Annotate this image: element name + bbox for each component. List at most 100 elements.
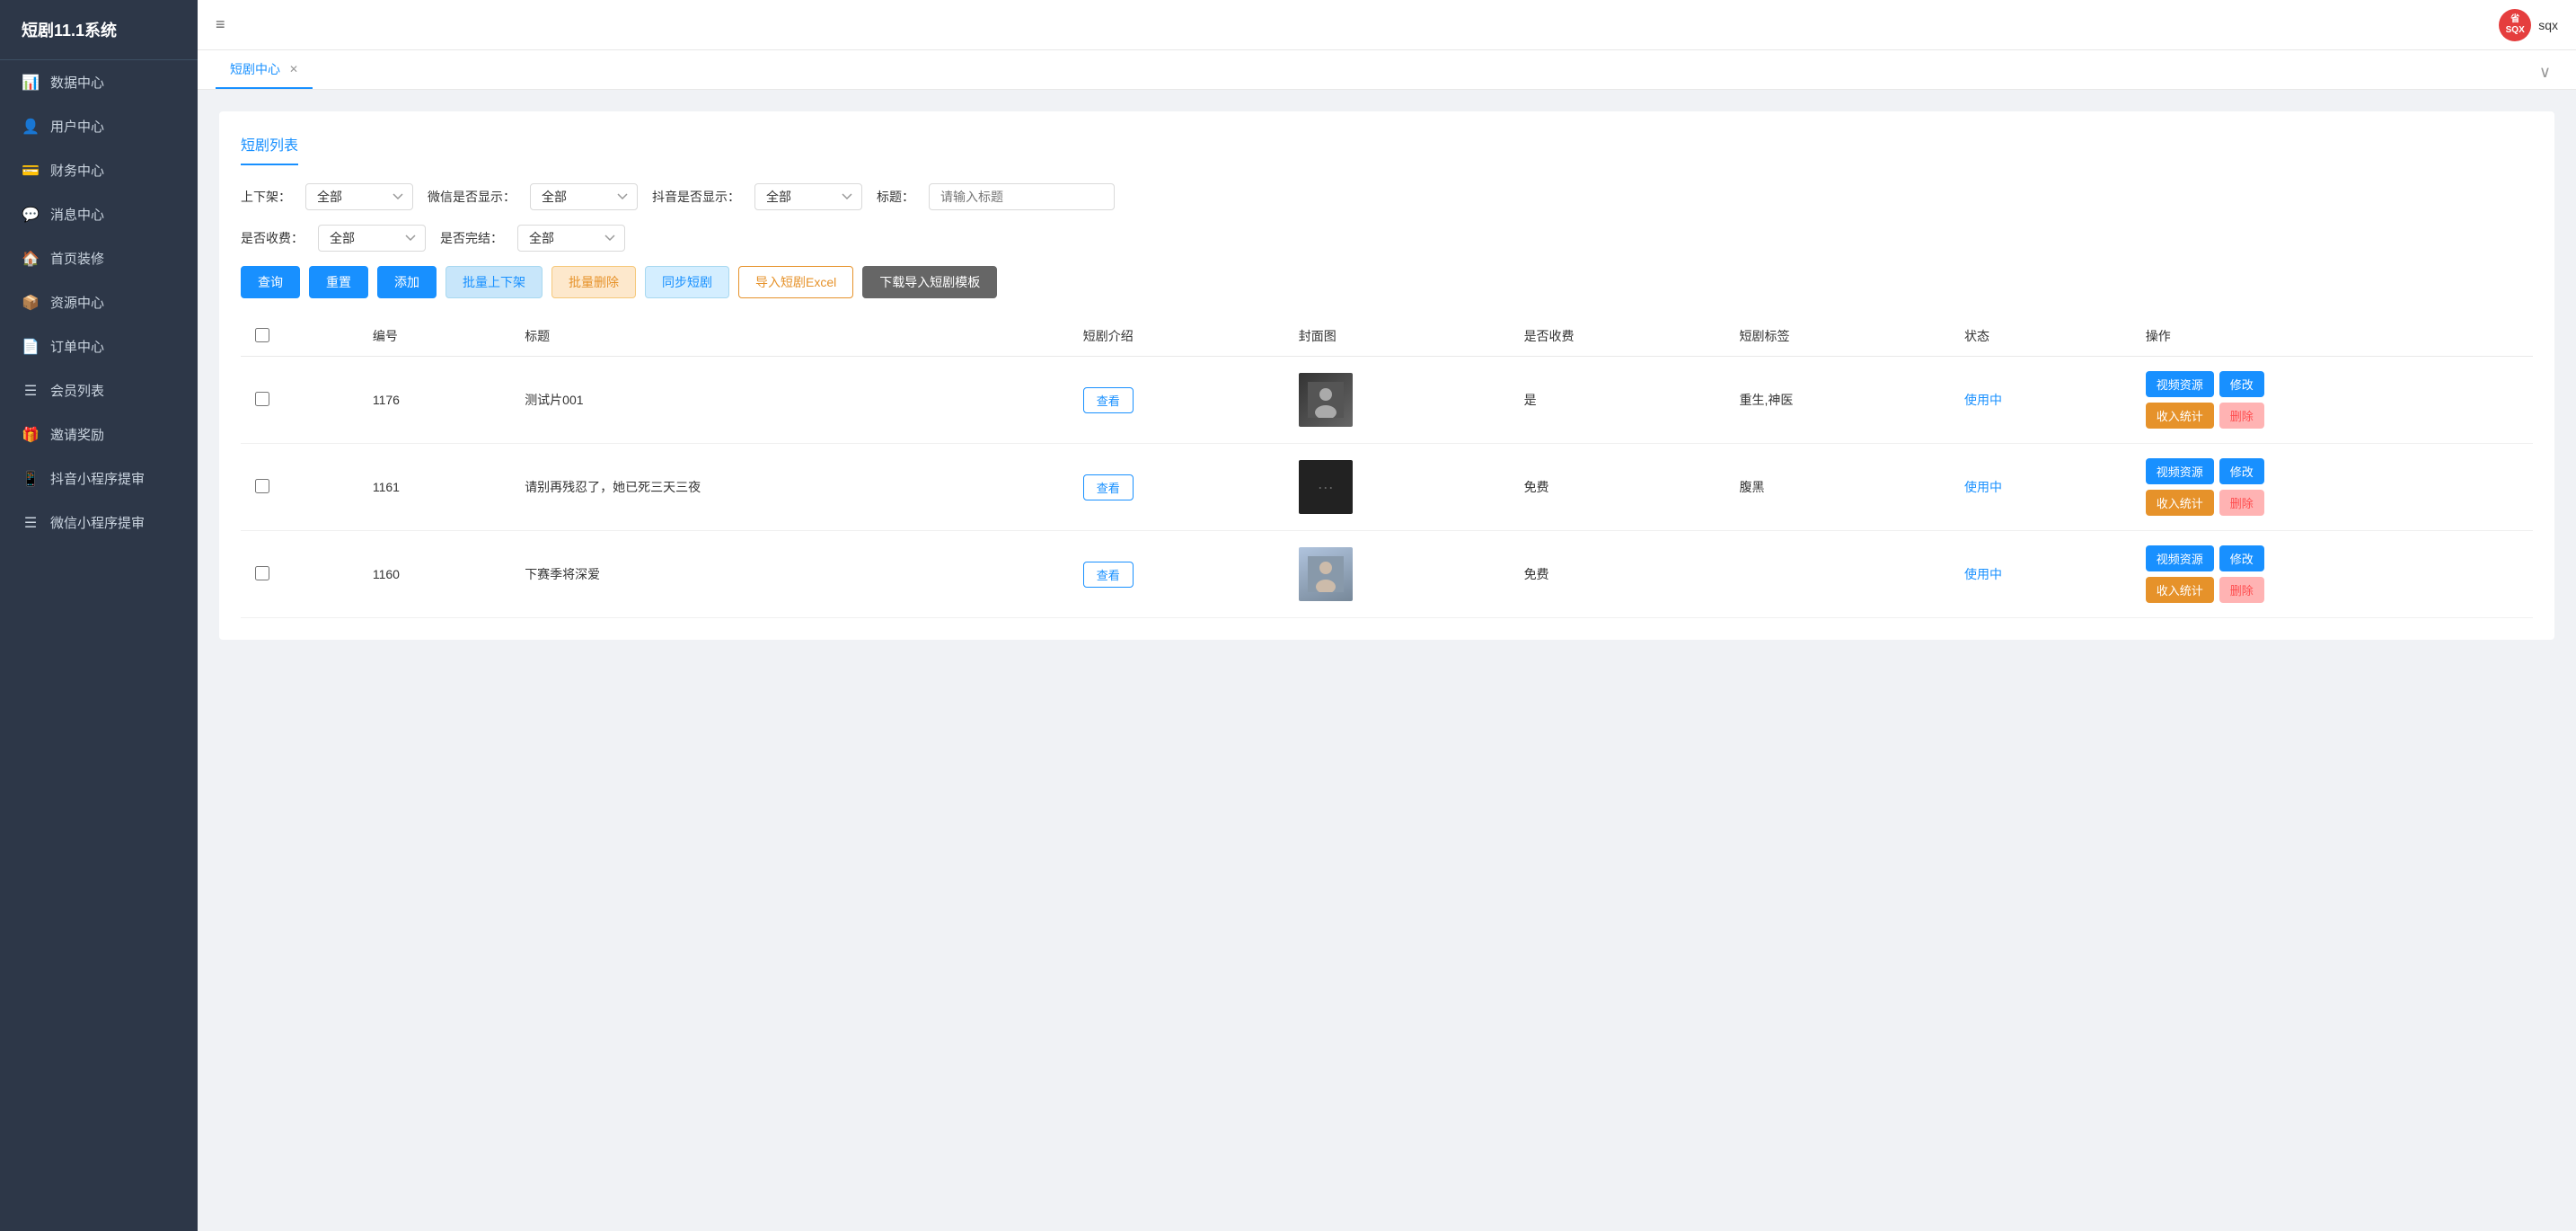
sidebar-item-invite-reward[interactable]: 🎁 邀请奖励: [0, 412, 198, 456]
edit-button[interactable]: 修改: [2219, 458, 2264, 484]
import-excel-button[interactable]: 导入短剧Excel: [738, 266, 853, 298]
table-row: 1160 下赛季将深爱 查看: [241, 531, 2533, 618]
status-badge: 使用中: [1964, 393, 2002, 407]
col-title: 标题: [510, 316, 1069, 357]
sidebar-item-resource-center[interactable]: 📦资源中心: [0, 280, 198, 324]
tab-close-icon[interactable]: ✕: [289, 63, 298, 75]
cell-intro: 查看: [1069, 444, 1284, 531]
delete-button[interactable]: 删除: [2219, 577, 2264, 603]
tab-expand-icon[interactable]: ∨: [2532, 56, 2558, 89]
view-intro-button[interactable]: 查看: [1083, 387, 1134, 413]
row-checkbox[interactable]: [255, 479, 269, 493]
status-badge: 使用中: [1964, 567, 2002, 581]
sidebar-item-home-decor[interactable]: 🏠首页装修: [0, 236, 198, 280]
cell-number: 1161: [358, 444, 510, 531]
cover-person-icon: [1308, 382, 1344, 418]
cell-tags: 重生,神医: [1725, 357, 1950, 444]
income-stats-button[interactable]: 收入统计: [2146, 490, 2214, 516]
title-input[interactable]: [929, 183, 1115, 210]
row-checkbox[interactable]: [255, 392, 269, 406]
sidebar-item-order-center[interactable]: 📄订单中心: [0, 324, 198, 368]
edit-button[interactable]: 修改: [2219, 371, 2264, 397]
view-intro-button[interactable]: 查看: [1083, 562, 1134, 588]
data-center-icon: 📊: [22, 74, 40, 92]
cell-status: 使用中: [1950, 444, 2131, 531]
sidebar-item-label: 财务中心: [50, 161, 104, 180]
table-row: 1161 请别再残忍了，她已死三天三夜 查看 ··· 免费 腹黑 使用中: [241, 444, 2533, 531]
wechat-select[interactable]: 全部 是 否: [530, 183, 638, 210]
reset-button[interactable]: 重置: [309, 266, 368, 298]
batch-delete-button[interactable]: 批量删除: [551, 266, 636, 298]
video-resource-button[interactable]: 视频资源: [2146, 545, 2214, 571]
sidebar-item-label: 邀请奖励: [50, 425, 104, 444]
sidebar-item-wechat-mini[interactable]: ☰微信小程序提审: [0, 500, 198, 545]
cell-paid: 免费: [1510, 444, 1725, 531]
col-actions: 操作: [2131, 316, 2533, 357]
douyin-select[interactable]: 全部 是 否: [754, 183, 862, 210]
add-button[interactable]: 添加: [377, 266, 437, 298]
edit-button[interactable]: 修改: [2219, 545, 2264, 571]
sidebar-item-label: 会员列表: [50, 381, 104, 400]
invite-reward-icon: 🎁: [22, 426, 40, 444]
user-center-icon: 👤: [22, 118, 40, 136]
query-button[interactable]: 查询: [241, 266, 300, 298]
cell-tags: [1725, 531, 1950, 618]
filter-row-2: 是否收费： 全部 是 否 是否完结： 全部 是 否: [241, 225, 2533, 252]
topbar-right: 省SQX sqx: [2499, 9, 2558, 41]
cover-image-girl: [1299, 547, 1353, 601]
user-name: sqx: [2538, 18, 2558, 32]
cell-cover: ···: [1284, 444, 1510, 531]
sidebar-item-label: 抖音小程序提审: [50, 469, 145, 488]
main-area: ≡ 省SQX sqx 短剧中心 ✕ ∨ 短剧列表 上下架： 全部: [198, 0, 2576, 1231]
menu-icon[interactable]: ≡: [216, 15, 225, 34]
row-checkbox[interactable]: [255, 566, 269, 580]
paid-select[interactable]: 全部 是 否: [318, 225, 426, 252]
sidebar-item-message-center[interactable]: 💬消息中心: [0, 192, 198, 236]
sync-drama-button[interactable]: 同步短剧: [645, 266, 729, 298]
sidebar-item-douyin-mini[interactable]: 📱 抖音小程序提审: [0, 456, 198, 500]
delete-button[interactable]: 删除: [2219, 490, 2264, 516]
status-label: 上下架：: [241, 188, 291, 206]
sidebar-item-label: 数据中心: [50, 73, 104, 92]
sidebar-item-member-list[interactable]: ☰ 会员列表: [0, 368, 198, 412]
page-content: 短剧列表 上下架： 全部 上架 下架 微信是否显示： 全部 是 否 抖音是否显示…: [198, 90, 2576, 1231]
video-resource-button[interactable]: 视频资源: [2146, 458, 2214, 484]
sidebar-item-label: 微信小程序提审: [50, 513, 145, 532]
col-status: 状态: [1950, 316, 2131, 357]
status-badge: 使用中: [1964, 480, 2002, 494]
download-template-button[interactable]: 下载导入短剧模板: [862, 266, 997, 298]
finished-select[interactable]: 全部 是 否: [517, 225, 625, 252]
action-row-2: 收入统计 删除: [2146, 403, 2519, 429]
tab-drama-center[interactable]: 短剧中心 ✕: [216, 51, 313, 89]
sidebar-item-data-center[interactable]: 📊 数据中心: [0, 60, 198, 104]
select-all-checkbox[interactable]: [255, 328, 269, 342]
message-center-icon: 💬: [22, 206, 40, 224]
view-intro-button[interactable]: 查看: [1083, 474, 1134, 500]
video-resource-button[interactable]: 视频资源: [2146, 371, 2214, 397]
table-header-row: 编号 标题 短剧介绍 封面图 是否收费 短剧标签 状态 操作: [241, 316, 2533, 357]
delete-button[interactable]: 删除: [2219, 403, 2264, 429]
sidebar-item-finance-center[interactable]: 💳财务中心: [0, 148, 198, 192]
cell-paid: 是: [1510, 357, 1725, 444]
section-title: 短剧列表: [241, 133, 298, 165]
income-stats-button[interactable]: 收入统计: [2146, 403, 2214, 429]
sidebar-item-label: 用户中心: [50, 117, 104, 136]
income-stats-button[interactable]: 收入统计: [2146, 577, 2214, 603]
avatar-text: 省SQX: [2506, 14, 2525, 36]
cell-actions: 视频资源 修改 收入统计 删除: [2131, 444, 2533, 531]
batch-shelf-button[interactable]: 批量上下架: [446, 266, 543, 298]
douyin-mini-icon: 📱: [22, 470, 40, 488]
action-row-1: 视频资源 修改: [2146, 371, 2519, 397]
title-label: 标题：: [877, 188, 914, 206]
resource-center-icon: 📦: [22, 294, 40, 312]
cover-image-black: ···: [1299, 460, 1353, 514]
action-buttons: 查询 重置 添加 批量上下架 批量删除 同步短剧 导入短剧Excel 下载导入短…: [241, 266, 2533, 298]
cell-status: 使用中: [1950, 531, 2131, 618]
sidebar-item-user-center[interactable]: 👤 用户中心: [0, 104, 198, 148]
member-list-icon: ☰: [22, 382, 40, 400]
status-select[interactable]: 全部 上架 下架: [305, 183, 413, 210]
action-buttons-group: 视频资源 修改 收入统计 删除: [2146, 545, 2519, 603]
cell-title: 请别再残忍了，她已死三天三夜: [510, 444, 1069, 531]
douyin-label: 抖音是否显示：: [652, 188, 740, 206]
topbar: ≡ 省SQX sqx: [198, 0, 2576, 50]
